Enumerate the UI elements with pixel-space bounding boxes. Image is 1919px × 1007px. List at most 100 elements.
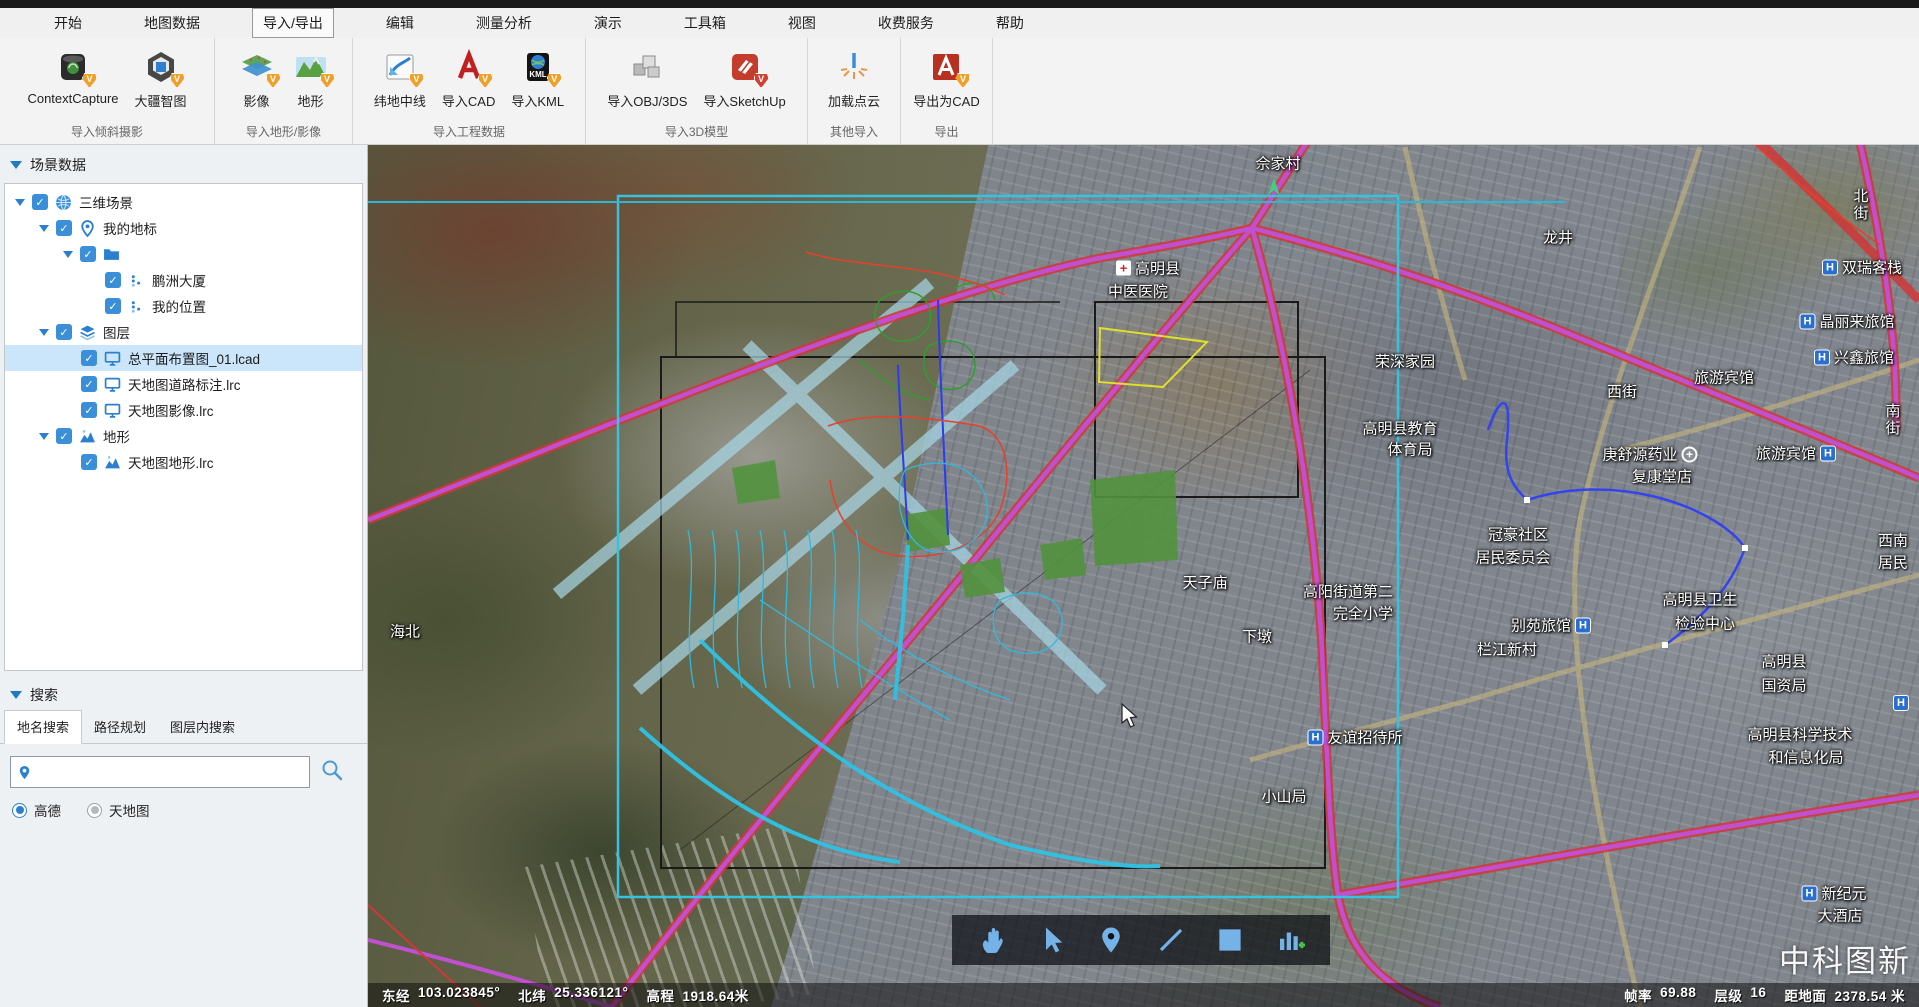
tree-item[interactable]: ✓总平面布置图_01.lcad <box>5 345 362 371</box>
expander-triangle-icon[interactable] <box>63 251 73 258</box>
checkbox[interactable]: ✓ <box>81 350 97 366</box>
map-label-text: 小山局 <box>1261 786 1306 807</box>
v-badge-icon: V <box>320 73 335 88</box>
map-label-text: 大酒店 <box>1817 905 1862 926</box>
tree-item[interactable]: ✓ 天地图影像.lrc <box>5 397 362 423</box>
tree-item[interactable]: ✓我的位置 <box>5 293 362 319</box>
tree-item[interactable]: ✓三维场景 <box>5 189 362 215</box>
tab-route-planning[interactable]: 路径规划 <box>82 711 158 743</box>
framerate-value: 69.88 <box>1660 985 1696 1005</box>
map-viewport[interactable]: 佘家村+高明县中医医院荣深家园龙井北街H双瑞客栈H晶丽来旅馆H兴鑫旅馆西街南街高… <box>368 145 1919 1007</box>
checkbox[interactable]: ✓ <box>56 428 72 444</box>
checkbox[interactable]: ✓ <box>81 454 97 470</box>
pharmacy-icon: + <box>1682 446 1698 462</box>
menu-toolbox[interactable]: 工具箱 <box>674 9 736 37</box>
collapse-triangle-icon <box>10 691 22 699</box>
tree-item[interactable]: ✓地形 <box>5 423 362 449</box>
placemark-pin-icon[interactable] <box>1096 925 1126 955</box>
tree-item[interactable]: ✓ <box>5 241 362 267</box>
tree-item[interactable]: ✓天地图地形.lrc <box>5 449 362 475</box>
checkbox[interactable]: ✓ <box>80 246 96 262</box>
map-label: 荣深家园 <box>1375 351 1435 372</box>
tree-item[interactable]: ✓ 图层 <box>5 319 362 345</box>
map-label: 高明县 <box>1761 651 1806 672</box>
tab-layer-search[interactable]: 图层内搜索 <box>158 711 247 743</box>
pan-hand-icon[interactable] <box>977 925 1007 955</box>
status-bar: 东经103.023845° 北纬25.336121° 高程1918.64米 帧率… <box>368 983 1919 1007</box>
checkbox[interactable]: ✓ <box>81 402 97 418</box>
menu-view[interactable]: 视图 <box>778 9 826 37</box>
map-label: 冠豪社区 <box>1488 524 1548 545</box>
checkbox[interactable]: ✓ <box>105 298 121 314</box>
export-cad-button[interactable]: V 导出为CAD <box>907 46 985 112</box>
centerline-icon: V <box>381 48 419 86</box>
map-label-text: 复康堂店 <box>1632 466 1692 487</box>
map-label: 高明县教育 <box>1362 418 1437 439</box>
dots-icon <box>128 272 145 289</box>
tree-item[interactable]: ✓我的地标 <box>5 215 362 241</box>
tree-item[interactable]: ✓鹏洲大厦 <box>5 267 362 293</box>
hotel-icon: H <box>1801 885 1817 901</box>
search-magnifier-icon[interactable] <box>320 758 344 787</box>
dji-terra-icon: V <box>142 48 180 86</box>
sketchup-icon: V <box>726 48 764 86</box>
map-label-text: 体育局 <box>1387 439 1432 460</box>
search-input[interactable] <box>36 757 303 787</box>
scene-data-header[interactable]: 场景数据 <box>0 145 367 179</box>
ribbon-group-label: 导入工程数据 <box>353 122 585 144</box>
search-source-radios: 高德 天地图 <box>12 800 367 820</box>
map-label: 居民 <box>1878 552 1908 573</box>
tree-item-label: 天地图影像.lrc <box>128 400 214 420</box>
map-label-text: 高明县 <box>1761 651 1806 672</box>
import-obj-3ds-button[interactable]: 导入OBJ/3DS <box>601 46 693 112</box>
monitor-icon <box>104 350 121 367</box>
import-sketchup-button[interactable]: V 导入SketchUp <box>697 46 791 112</box>
latitude-value: 25.336121° <box>554 985 628 1005</box>
radio-tianditu[interactable]: 天地图 <box>87 800 150 820</box>
expander-triangle-icon[interactable] <box>39 329 49 336</box>
menu-measure[interactable]: 测量分析 <box>466 9 542 37</box>
map-label-text: 旅游宾馆 <box>1756 443 1816 464</box>
menu-demo[interactable]: 演示 <box>584 9 632 37</box>
menu-import-export[interactable]: 导入/导出 <box>252 8 334 38</box>
import-kml-button[interactable]: KML V 导入KML <box>505 46 570 112</box>
ribbon-group-label: 其他导入 <box>808 122 900 144</box>
hintcad-centerline-button[interactable]: V 纬地中线 <box>368 46 432 112</box>
menu-start[interactable]: 开始 <box>44 9 92 37</box>
ribbon-group-label: 导入地形/影像 <box>215 122 352 144</box>
checkbox[interactable]: ✓ <box>105 272 121 288</box>
select-arrow-icon[interactable] <box>1036 925 1066 955</box>
import-cad-button[interactable]: V 导入CAD <box>436 46 501 112</box>
dji-terra-button[interactable]: V 大疆智图 <box>129 46 193 112</box>
import-imagery-button[interactable]: V 影像 <box>232 46 282 112</box>
checkbox[interactable]: ✓ <box>56 220 72 236</box>
expander-triangle-icon[interactable] <box>39 433 49 440</box>
draw-rectangle-icon[interactable] <box>1215 925 1245 955</box>
map-label: H新纪元 <box>1801 883 1866 904</box>
checkbox[interactable]: ✓ <box>56 324 72 340</box>
tree-item[interactable]: ✓天地图道路标注.lrc <box>5 371 362 397</box>
map-label-text: 国资局 <box>1761 675 1806 696</box>
hotel-icon: H <box>1820 445 1836 461</box>
contextcapture-button[interactable]: V ContextCapture <box>21 46 124 108</box>
cad-letter-icon: V <box>450 48 488 86</box>
tab-place-search[interactable]: 地名搜索 <box>4 710 82 744</box>
expander-triangle-icon[interactable] <box>39 225 49 232</box>
menu-help[interactable]: 帮助 <box>986 9 1034 37</box>
tree-item-label: 图层 <box>103 322 130 342</box>
map-label-text: 旅游宾馆 <box>1694 367 1754 388</box>
checkbox[interactable]: ✓ <box>81 376 97 392</box>
search-header[interactable]: 搜索 <box>0 675 367 709</box>
map-label-text: 高明县科学技术 <box>1747 724 1852 745</box>
draw-line-icon[interactable] <box>1156 925 1186 955</box>
menu-edit[interactable]: 编辑 <box>376 9 424 37</box>
import-terrain-button[interactable]: V 地形 <box>286 46 336 112</box>
menu-paid-services[interactable]: 收费服务 <box>868 9 944 37</box>
chart-analysis-icon[interactable] <box>1275 925 1305 955</box>
checkbox[interactable]: ✓ <box>32 194 48 210</box>
expander-triangle-icon[interactable] <box>15 199 25 206</box>
menu-map-data[interactable]: 地图数据 <box>134 9 210 37</box>
load-pointcloud-button[interactable]: 加载点云 <box>822 46 886 112</box>
map-label-text: 海北 <box>390 621 420 642</box>
radio-gaode[interactable]: 高德 <box>12 800 61 820</box>
